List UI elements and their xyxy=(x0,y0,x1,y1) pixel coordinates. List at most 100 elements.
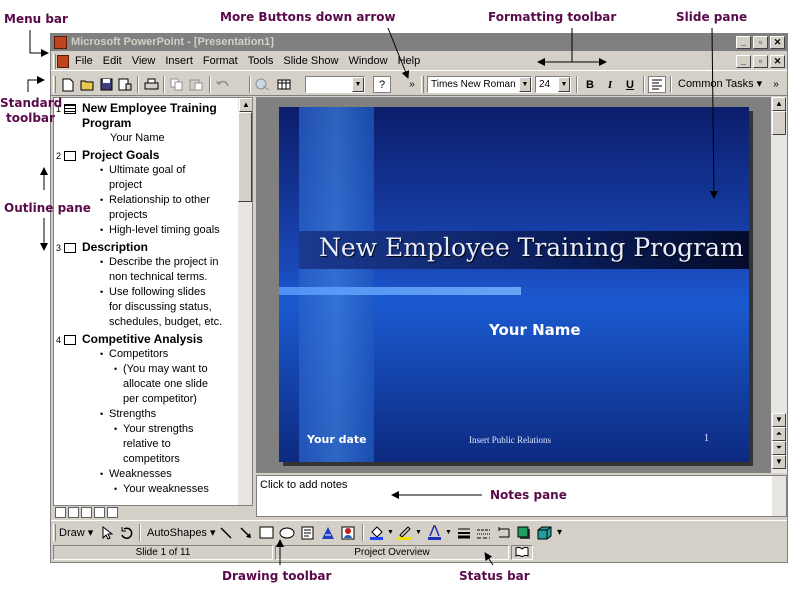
draw-menu-button[interactable]: Draw ▾ xyxy=(59,524,93,541)
copy-icon[interactable] xyxy=(168,76,186,93)
drawing-toolbar-grip[interactable] xyxy=(53,524,56,541)
slide-pane[interactable]: New Employee Training Program Your Name … xyxy=(256,97,787,473)
outline-scroll-thumb[interactable] xyxy=(238,112,252,202)
scroll-down-icon[interactable]: ▼ xyxy=(772,455,786,469)
undo-icon[interactable] xyxy=(214,76,232,93)
slide-scrollbar[interactable]: ▲ ▼ ⏶ ⏷ ▼ xyxy=(771,97,787,473)
font-name-combo[interactable]: Times New Roman ▼ xyxy=(427,76,532,93)
notes-placeholder[interactable]: Click to add notes xyxy=(260,479,347,491)
outline-pane[interactable]: 1 New Employee Training Program Your Name 2 P… xyxy=(53,97,253,506)
slide-show-view-icon[interactable] xyxy=(107,507,118,518)
scroll-up-icon[interactable]: ▲ xyxy=(239,98,252,112)
slide-footer[interactable]: Insert Public Relations xyxy=(469,435,551,445)
next-slide-icon[interactable]: ⏷ xyxy=(772,441,786,455)
slide-title[interactable]: New Employee Training Program xyxy=(319,233,749,262)
previous-slide-icon[interactable]: ⏶ xyxy=(772,427,786,441)
clip-art-icon[interactable] xyxy=(341,524,355,541)
formatting-toolbar-grip[interactable] xyxy=(421,76,424,93)
zoom-dropdown-arrow-icon[interactable]: ▼ xyxy=(352,77,364,92)
powerpoint-app-icon[interactable] xyxy=(54,36,67,49)
font-name-dropdown-arrow-icon[interactable]: ▼ xyxy=(519,77,531,92)
wordart-icon[interactable] xyxy=(321,524,335,541)
doc-restore-button[interactable]: ▫ xyxy=(753,55,768,68)
outline-bullet-text[interactable]: Your Name xyxy=(110,132,165,145)
outline-bullet-text[interactable]: (You may want to xyxy=(123,363,208,376)
font-color-icon[interactable] xyxy=(427,524,443,541)
menu-insert[interactable]: Insert xyxy=(165,55,193,67)
outline-bullet-text[interactable]: non technical terms. xyxy=(109,271,207,284)
document-icon[interactable] xyxy=(57,55,69,68)
more-buttons-standard-icon[interactable]: » xyxy=(403,76,421,93)
insert-table-icon[interactable] xyxy=(275,76,293,93)
line-icon[interactable] xyxy=(219,524,233,541)
dash-style-icon[interactable] xyxy=(476,524,491,541)
more-buttons-drawing-icon[interactable]: ▾ xyxy=(557,524,562,541)
outline-bullet-text[interactable]: projects xyxy=(109,209,148,222)
menu-tools[interactable]: Tools xyxy=(248,55,274,67)
rectangle-icon[interactable] xyxy=(259,524,274,541)
scroll-down-icon[interactable]: ▼ xyxy=(772,413,786,427)
more-buttons-formatting-icon[interactable]: » xyxy=(767,76,785,93)
slide-view-icon[interactable] xyxy=(81,507,92,518)
outline-slide-title[interactable]: Competitive Analysis xyxy=(82,333,203,346)
notes-scrollbar[interactable] xyxy=(772,476,786,516)
doc-close-button[interactable]: ✕ xyxy=(770,55,785,68)
menu-view[interactable]: View xyxy=(132,55,156,67)
menu-slide-show[interactable]: Slide Show xyxy=(283,55,338,67)
outline-bullet-text[interactable]: schedules, budget, etc. xyxy=(109,316,222,329)
outline-slide-icon[interactable] xyxy=(64,151,76,161)
slide-number[interactable]: 1 xyxy=(704,433,709,444)
free-rotate-icon[interactable] xyxy=(119,524,133,541)
outline-bullet-text[interactable]: Weaknesses xyxy=(109,468,172,481)
open-folder-icon[interactable] xyxy=(78,76,96,93)
help-icon[interactable]: ? xyxy=(373,76,391,93)
outline-bullet-text[interactable]: allocate one slide xyxy=(123,378,208,391)
standard-toolbar-grip[interactable] xyxy=(53,76,56,93)
scroll-thumb[interactable] xyxy=(772,111,786,135)
outline-slide-icon[interactable] xyxy=(64,243,76,253)
minimize-button[interactable]: _ xyxy=(736,36,751,49)
line-color-icon[interactable] xyxy=(397,524,415,541)
slide-sorter-view-icon[interactable] xyxy=(94,507,105,518)
slide[interactable]: New Employee Training Program Your Name … xyxy=(279,107,749,462)
font-size-dropdown-arrow-icon[interactable]: ▼ xyxy=(558,77,570,92)
outline-bullet-text[interactable]: Your weaknesses xyxy=(123,483,209,496)
outline-slide-title[interactable]: Description xyxy=(82,241,148,254)
line-style-icon[interactable] xyxy=(457,524,471,541)
oval-icon[interactable] xyxy=(279,524,295,541)
outline-bullet-text[interactable]: for discussing status, xyxy=(109,301,212,314)
close-button[interactable]: ✕ xyxy=(770,36,785,49)
scroll-up-icon[interactable]: ▲ xyxy=(772,97,786,111)
hyperlink-icon[interactable] xyxy=(254,76,272,93)
arrow-style-icon[interactable] xyxy=(497,524,511,541)
outline-bullet-text[interactable]: Strengths xyxy=(109,408,156,421)
outline-bullet-text[interactable]: Your strengths xyxy=(123,423,194,436)
fill-color-icon[interactable] xyxy=(369,524,387,541)
font-size-combo[interactable]: 24 ▼ xyxy=(535,76,571,93)
print-icon[interactable] xyxy=(142,76,160,93)
font-color-dropdown-icon[interactable]: ▼ xyxy=(445,524,452,541)
spelling-status-icon[interactable] xyxy=(511,545,533,560)
menu-bar-grip[interactable] xyxy=(53,54,56,69)
fill-color-dropdown-icon[interactable]: ▼ xyxy=(387,524,394,541)
menu-window[interactable]: Window xyxy=(348,55,387,67)
arrow-icon[interactable] xyxy=(239,524,253,541)
outline-slide-icon[interactable] xyxy=(64,104,76,114)
zoom-combo[interactable]: ▼ xyxy=(305,76,365,93)
menu-edit[interactable]: Edit xyxy=(103,55,122,67)
outline-bullet-text[interactable]: project xyxy=(109,179,142,192)
slide-subtitle[interactable]: Your Name xyxy=(489,321,581,339)
bold-button[interactable]: B xyxy=(581,76,599,93)
outline-slide-title[interactable]: Program xyxy=(82,117,131,130)
slide-date[interactable]: Your date xyxy=(307,433,367,446)
restore-button[interactable]: ▫ xyxy=(753,36,768,49)
email-icon[interactable] xyxy=(116,76,134,93)
outline-bullet-text[interactable]: Describe the project in xyxy=(109,256,218,269)
outline-slide-title[interactable]: New Employee Training xyxy=(82,102,217,115)
text-box-icon[interactable] xyxy=(301,524,314,541)
outline-view-icon[interactable] xyxy=(68,507,79,518)
italic-button[interactable]: I xyxy=(601,76,619,93)
common-tasks-button[interactable]: Common Tasks ▾ xyxy=(678,77,762,90)
autoshapes-button[interactable]: AutoShapes ▾ xyxy=(147,524,216,541)
outline-slide-title[interactable]: Project Goals xyxy=(82,149,159,162)
